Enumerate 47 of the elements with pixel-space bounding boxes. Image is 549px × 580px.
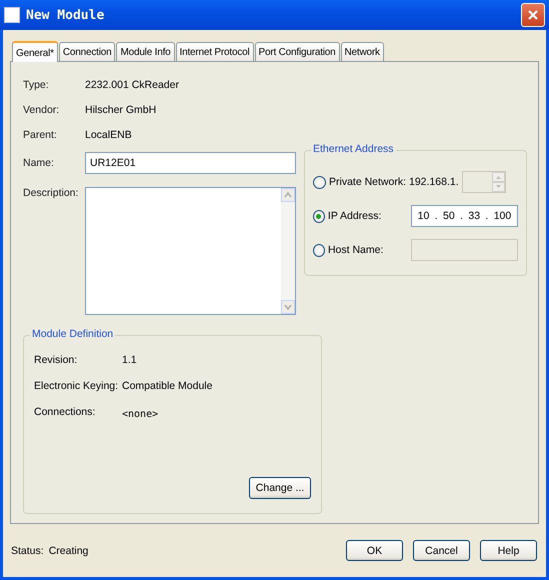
ip-prefix: 192.168.1. <box>409 176 459 188</box>
dialog-button[interactable]: Help <box>480 540 537 561</box>
host-name-field[interactable] <box>411 239 518 261</box>
field-label: Electronic Keying: <box>34 380 120 392</box>
field-label: Connections: <box>34 406 96 418</box>
field-value: Compatible Module <box>122 380 212 392</box>
tab[interactable]: Internet Protocol <box>176 42 254 61</box>
window-icon <box>4 7 20 23</box>
field-value: 1.1 <box>122 354 137 366</box>
field-label: Vendor: <box>23 104 60 116</box>
group-title: Module Definition <box>30 328 116 340</box>
scroll-down-icon[interactable] <box>281 300 295 314</box>
radio-label[interactable]: Host Name: <box>328 244 400 256</box>
scroll-up-icon[interactable] <box>281 188 295 202</box>
field-value: LocalENB <box>85 128 132 140</box>
description-field[interactable] <box>85 187 296 315</box>
close-icon[interactable] <box>527 9 539 21</box>
field-value: <none> <box>122 408 158 420</box>
status-label: Status: <box>11 544 44 556</box>
group-title: Ethernet Address <box>311 143 396 155</box>
radio-button[interactable] <box>313 244 325 256</box>
window-title: New Module <box>26 8 106 22</box>
tab[interactable]: Module Info <box>116 42 175 61</box>
field-value: 2232.001 CkReader <box>85 78 179 90</box>
dialog-button[interactable]: Cancel <box>413 540 470 561</box>
tab[interactable]: General* <box>12 41 58 62</box>
status-value: Creating <box>48 544 88 556</box>
field-label: Name: <box>23 156 55 168</box>
subnet-spinner[interactable] <box>462 171 506 193</box>
ip-address-field[interactable]: 10 . 50 . 33 . 100 <box>410 205 518 227</box>
tab[interactable]: Port Configuration <box>254 42 340 61</box>
field-label: Revision: <box>34 354 78 366</box>
field-label: Description: <box>23 187 80 201</box>
radio-button[interactable] <box>313 176 326 188</box>
name-field[interactable]: UR12E01 <box>85 152 296 174</box>
field-label: Type: <box>23 78 50 90</box>
dialog-button[interactable]: OK <box>346 540 403 561</box>
field-label: Parent: <box>23 128 58 140</box>
change-button[interactable]: Change ... <box>249 477 311 499</box>
field-value: Hilscher GmbH <box>85 104 156 116</box>
radio-label[interactable]: Private Network: <box>329 176 409 188</box>
spinner-arrows-icon[interactable] <box>492 172 505 192</box>
radio-label[interactable]: IP Address: <box>328 210 400 222</box>
tab[interactable]: Network <box>340 42 384 61</box>
close-button[interactable] <box>521 3 545 27</box>
radio-button[interactable] <box>313 210 325 222</box>
tab[interactable]: Connection <box>58 42 116 61</box>
